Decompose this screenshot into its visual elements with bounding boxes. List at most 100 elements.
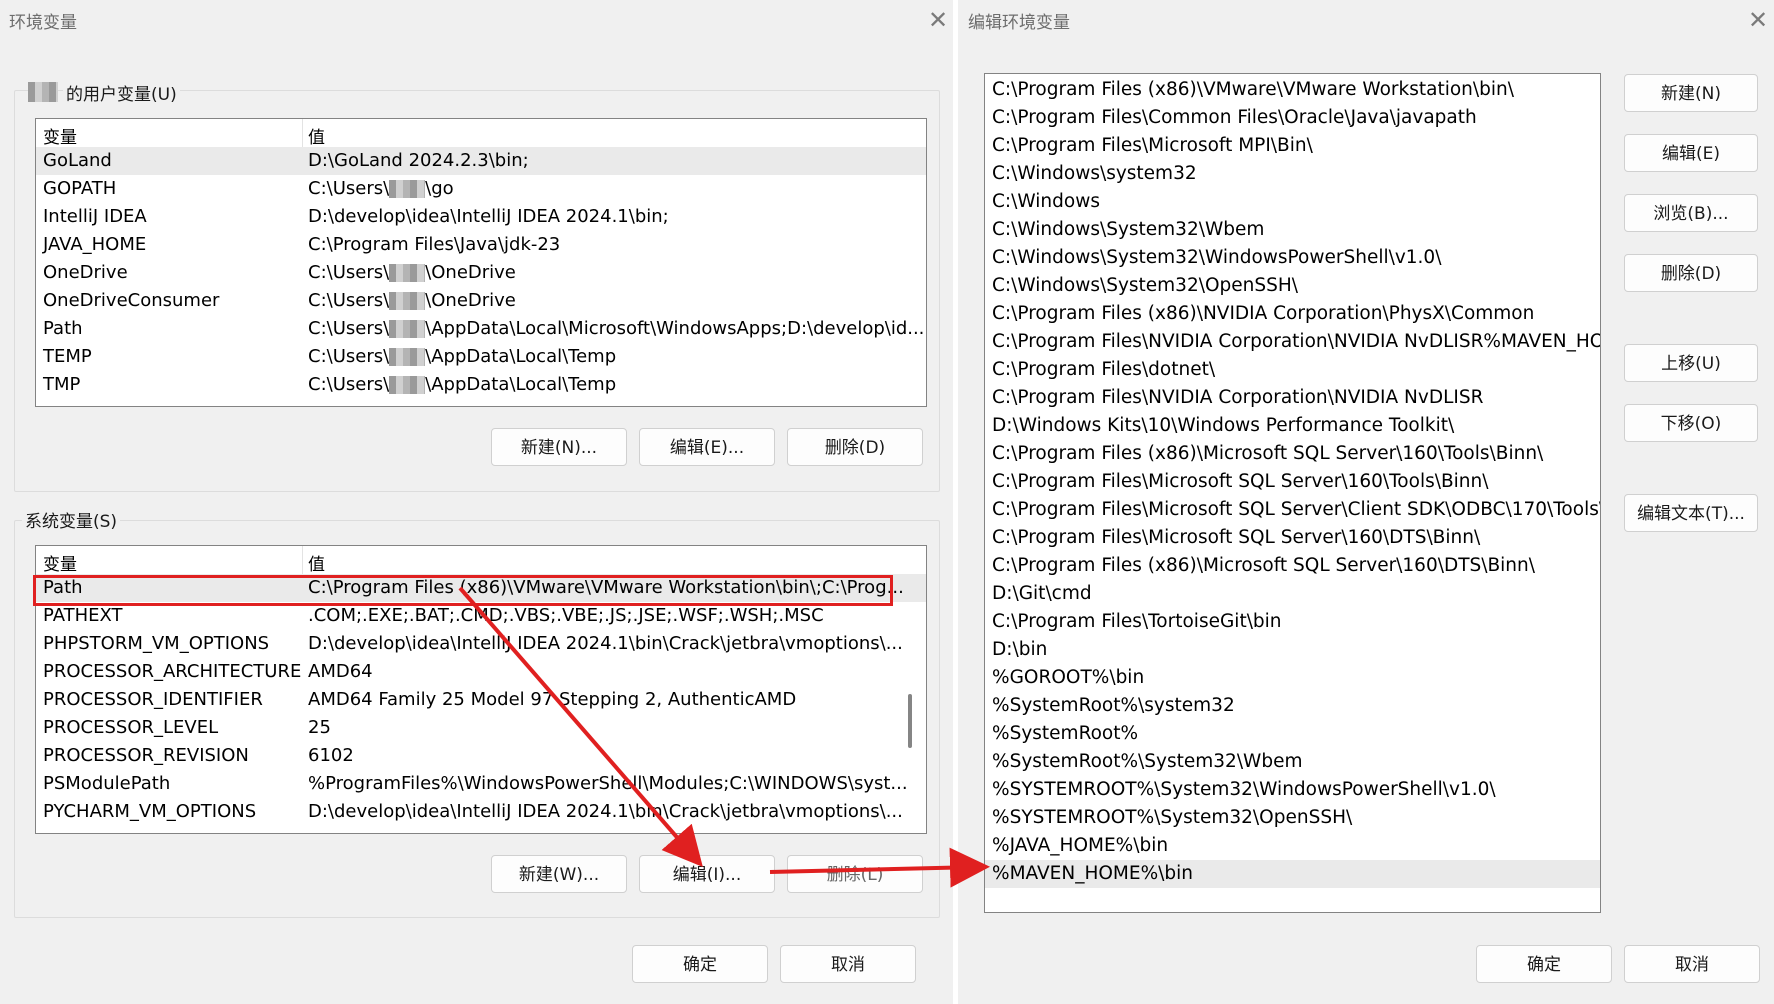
variable-name: PROCESSOR_IDENTIFIER [43, 689, 263, 710]
cancel-button[interactable]: 取消 [1624, 945, 1760, 983]
table-row[interactable]: OneDrive C:\Users\ \OneDrive [36, 259, 926, 287]
list-item[interactable]: %SystemRoot% [985, 720, 1600, 748]
variable-value: D:\GoLand 2024.2.3\bin; [308, 150, 529, 171]
path-entry-text: C:\Program Files\TortoiseGit\bin [992, 611, 1282, 632]
table-row[interactable]: GoLand D:\GoLand 2024.2.3\bin; [36, 147, 926, 175]
list-item[interactable]: C:\Program Files (x86)\Microsoft SQL Ser… [985, 440, 1600, 468]
list-item[interactable]: C:\Windows\System32\Wbem [985, 216, 1600, 244]
list-item[interactable]: C:\Program Files\Microsoft SQL Server\16… [985, 468, 1600, 496]
cancel-button[interactable]: 取消 [780, 945, 916, 983]
path-entry-text: C:\Program Files (x86)\Microsoft SQL Ser… [992, 555, 1535, 576]
list-item[interactable]: C:\Windows\system32 [985, 160, 1600, 188]
ok-button[interactable]: 确定 [632, 945, 768, 983]
variable-value: C:\Users\ \OneDrive [308, 262, 516, 283]
table-row[interactable]: PROCESSOR_ARCHITECTURE AMD64 [36, 658, 926, 686]
system-delete-button[interactable]: 删除(L) [787, 855, 923, 893]
table-row[interactable]: PROCESSOR_LEVEL 25 [36, 714, 926, 742]
path-highlight-box [33, 575, 893, 606]
redacted-username [389, 376, 426, 394]
list-item[interactable]: %JAVA_HOME%\bin [985, 832, 1600, 860]
path-entry-text: C:\Program Files\Microsoft MPI\Bin\ [992, 135, 1313, 156]
list-item[interactable]: C:\Program Files\NVIDIA Corporation\NVID… [985, 384, 1600, 412]
table-row[interactable]: PHPSTORM_VM_OPTIONS D:\develop\idea\Intel… [36, 630, 926, 658]
variable-name: PSModulePath [43, 773, 171, 794]
table-row[interactable]: TMP C:\Users\ \AppData\Local\Temp [36, 371, 926, 399]
column-divider[interactable] [302, 119, 303, 147]
list-item[interactable]: %MAVEN_HOME%\bin [985, 860, 1600, 888]
variable-value: %ProgramFiles%\WindowsPowerShell\Modules… [308, 773, 908, 794]
variable-value: D:\develop\idea\IntelliJ IDEA 2024.1\bin… [308, 633, 903, 654]
user-variables-label: 的用户变量(U) [63, 80, 180, 105]
value-text: D:\develop\idea\IntelliJ IDEA 2024.1\bin… [308, 206, 669, 227]
list-item[interactable]: C:\Program Files (x86)\NVIDIA Corporatio… [985, 300, 1600, 328]
list-item[interactable]: C:\Program Files\Microsoft SQL Server\16… [985, 524, 1600, 552]
user-edit-button[interactable]: 编辑(E)... [639, 428, 775, 466]
move-down-button[interactable]: 下移(O) [1624, 404, 1758, 442]
list-item[interactable]: C:\Windows [985, 188, 1600, 216]
list-item[interactable]: %SYSTEMROOT%\System32\WindowsPowerShell\… [985, 776, 1600, 804]
table-row[interactable]: PSModulePath %ProgramFiles%\WindowsPowerS… [36, 770, 926, 798]
user-delete-button[interactable]: 删除(D) [787, 428, 923, 466]
variable-value: C:\Program Files\Java\jdk-23 [308, 234, 560, 255]
table-row[interactable]: OneDriveConsumer C:\Users\ \OneDrive [36, 287, 926, 315]
path-entry-text: C:\Program Files\NVIDIA Corporation\NVID… [992, 387, 1484, 408]
close-icon[interactable]: ✕ [1748, 6, 1768, 34]
user-new-button[interactable]: 新建(N)... [491, 428, 627, 466]
variable-name: TEMP [43, 346, 92, 367]
path-entry-text: C:\Program Files\dotnet\ [992, 359, 1216, 380]
variable-name: PYCHARM_VM_OPTIONS [43, 801, 257, 822]
list-item[interactable]: C:\Program Files\Microsoft SQL Server\Cl… [985, 496, 1600, 524]
list-item[interactable]: C:\Program Files\Microsoft MPI\Bin\ [985, 132, 1600, 160]
delete-entry-button[interactable]: 删除(D) [1624, 254, 1758, 292]
list-item[interactable]: %SystemRoot%\system32 [985, 692, 1600, 720]
list-item[interactable]: C:\Program Files\Common Files\Oracle\Jav… [985, 104, 1600, 132]
path-entry-text: C:\Program Files\Microsoft SQL Server\16… [992, 527, 1481, 548]
column-header-variable[interactable]: 变量 [43, 550, 77, 575]
variable-value: C:\Users\ \go [308, 178, 454, 199]
list-item[interactable]: %SYSTEMROOT%\System32\OpenSSH\ [985, 804, 1600, 832]
table-row[interactable]: PATHEXT .COM;.EXE;.BAT;.CMD;.VBS;.VBE;.JS… [36, 602, 926, 630]
path-entries-list[interactable]: C:\Program Files (x86)\VMware\VMware Wor… [984, 73, 1601, 913]
column-header-value[interactable]: 值 [308, 123, 325, 148]
value-text: D:\develop\idea\IntelliJ IDEA 2024.1\bin… [308, 633, 903, 654]
table-row[interactable]: TEMP C:\Users\ \AppData\Local\Temp [36, 343, 926, 371]
list-item[interactable]: C:\Windows\System32\OpenSSH\ [985, 272, 1600, 300]
value-text: 25 [308, 717, 331, 738]
variable-name: IntelliJ IDEA [43, 206, 147, 227]
table-row[interactable]: GOPATH C:\Users\ \go [36, 175, 926, 203]
new-entry-button[interactable]: 新建(N) [1624, 74, 1758, 112]
table-row[interactable]: PROCESSOR_IDENTIFIER AMD64 Family 25 Mode… [36, 686, 926, 714]
table-row[interactable]: PROCESSOR_REVISION 6102 [36, 742, 926, 770]
system-edit-button[interactable]: 编辑(I)... [639, 855, 775, 893]
edit-text-button[interactable]: 编辑文本(T)... [1624, 494, 1758, 532]
path-entry-text: D:\Git\cmd [992, 583, 1092, 604]
list-item[interactable]: D:\Git\cmd [985, 580, 1600, 608]
list-item[interactable]: C:\Program Files\NVIDIA Corporation\NVID… [985, 328, 1600, 356]
variable-value: AMD64 Family 25 Model 97 Stepping 2, Aut… [308, 689, 796, 710]
table-row[interactable]: IntelliJ IDEA D:\develop\idea\IntelliJ ID… [36, 203, 926, 231]
edit-entry-button[interactable]: 编辑(E) [1624, 134, 1758, 172]
list-item[interactable]: C:\Program Files\dotnet\ [985, 356, 1600, 384]
table-row[interactable]: JAVA_HOME C:\Program Files\Java\jdk-23 [36, 231, 926, 259]
close-icon[interactable]: ✕ [928, 6, 948, 34]
variable-name: Path [43, 318, 83, 339]
list-item[interactable]: C:\Windows\System32\WindowsPowerShell\v1… [985, 244, 1600, 272]
system-new-button[interactable]: 新建(W)... [491, 855, 627, 893]
list-item[interactable]: %GOROOT%\bin [985, 664, 1600, 692]
table-row[interactable]: Path C:\Users\ \AppData\Local\Microsoft\Wi… [36, 315, 926, 343]
table-row[interactable]: PYCHARM_VM_OPTIONS D:\develop\idea\Intell… [36, 798, 926, 826]
column-header-variable[interactable]: 变量 [43, 123, 77, 148]
move-up-button[interactable]: 上移(U) [1624, 344, 1758, 382]
list-item[interactable]: %SystemRoot%\System32\Wbem [985, 748, 1600, 776]
list-item[interactable]: C:\Program Files (x86)\VMware\VMware Wor… [985, 76, 1600, 104]
browse-button[interactable]: 浏览(B)... [1624, 194, 1758, 232]
list-item[interactable]: D:\bin [985, 636, 1600, 664]
list-item[interactable]: D:\Windows Kits\10\Windows Performance T… [985, 412, 1600, 440]
column-header-value[interactable]: 值 [308, 550, 325, 575]
list-item[interactable]: C:\Program Files (x86)\Microsoft SQL Ser… [985, 552, 1600, 580]
path-entry-text: C:\Windows\System32\WindowsPowerShell\v1… [992, 247, 1442, 268]
column-divider[interactable] [302, 546, 303, 574]
list-item[interactable]: C:\Program Files\TortoiseGit\bin [985, 608, 1600, 636]
user-variables-list[interactable]: 变量 值 GoLand D:\GoLand 2024.2.3\bin; GOPATH… [35, 118, 927, 407]
ok-button[interactable]: 确定 [1476, 945, 1612, 983]
